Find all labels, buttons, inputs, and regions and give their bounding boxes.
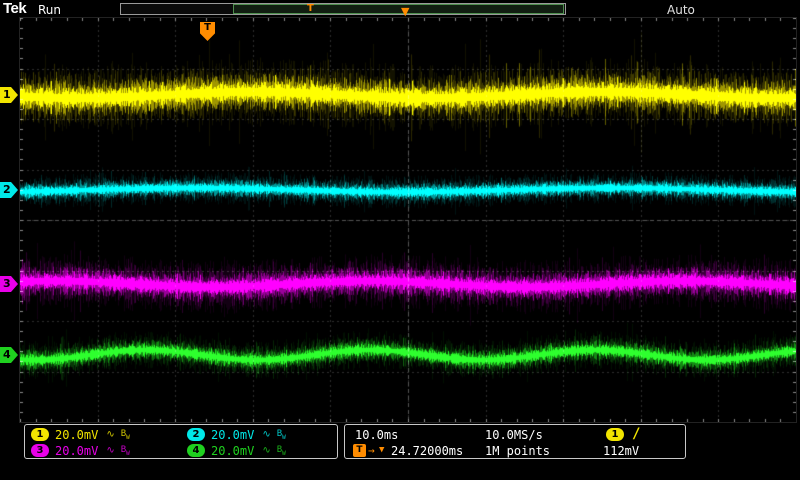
channel-3-readout: 3 20.0mV ∿ BW: [31, 443, 130, 458]
channel-1-bandwidth-icon: BW: [121, 429, 130, 441]
channel-3-coupling-icon: ∿: [106, 445, 115, 456]
channel-4-scale: 20.0mV: [211, 443, 255, 458]
record-length-value: 1M points: [485, 444, 551, 458]
bw-sub: W: [282, 433, 286, 441]
acquisition-mode: Auto: [667, 3, 695, 17]
waveform-canvas: [19, 17, 797, 423]
channel-4-bandwidth-icon: BW: [277, 445, 286, 457]
bw-sub: W: [126, 433, 130, 441]
horizontal-trigger-box: 10.0ms 10.0MS/s 1 / T → ▼ 24.72000ms 1M …: [344, 424, 686, 459]
trigger-delay-value: 24.72000ms: [391, 444, 464, 458]
channel-3-bandwidth-icon: BW: [121, 445, 130, 457]
channel-3-scale: 20.0mV: [55, 443, 99, 458]
bw-sub: W: [282, 449, 286, 457]
bw-sub: W: [126, 449, 130, 457]
channel-2-badge: 2: [187, 428, 205, 441]
channel-4-readout: 4 20.0mV ∿ BW: [187, 443, 286, 458]
top-status-bar: Tek Run T ▼ Auto: [0, 0, 800, 18]
trigger-t-icon: T: [353, 444, 366, 457]
trigger-slope-icon: /: [632, 426, 641, 442]
timebase-value: 10.0ms: [355, 428, 399, 442]
channel-2-scale: 20.0mV: [211, 427, 255, 442]
arrow-right-icon: →: [368, 444, 375, 457]
acquisition-status: Run: [38, 3, 62, 17]
channel-2-bandwidth-icon: BW: [277, 429, 286, 441]
sample-rate-value: 10.0MS/s: [485, 428, 543, 442]
channel-2-ground-marker: 2: [0, 182, 18, 198]
channel-3-ground-marker: 3: [0, 276, 18, 292]
acquisition-window: [233, 4, 564, 14]
expansion-point-icon: ▼: [401, 5, 410, 18]
channel-1-ground-marker: 1: [0, 87, 18, 103]
acquisition-record-bar: T: [120, 3, 566, 15]
trigger-level-value: 112mV: [603, 444, 640, 458]
channel-1-scale: 20.0mV: [55, 427, 99, 442]
channel-2-readout: 2 20.0mV ∿ BW: [187, 427, 286, 442]
channel-2-coupling-icon: ∿: [262, 429, 271, 440]
oscilloscope-screen: Tek Run T ▼ Auto T 1 2 3 4 1 20.0mV ∿ BW…: [0, 0, 800, 480]
readout-bar: 1 20.0mV ∿ BW 2 20.0mV ∿ BW 3 20.0mV ∿ B…: [0, 424, 800, 480]
expansion-small-icon: ▼: [379, 445, 385, 455]
channel-readouts-box: 1 20.0mV ∿ BW 2 20.0mV ∿ BW 3 20.0mV ∿ B…: [24, 424, 338, 459]
channel-1-readout: 1 20.0mV ∿ BW: [31, 427, 130, 442]
channel-4-ground-marker: 4: [0, 347, 18, 363]
acq-bar-trigger-marker: T: [307, 3, 314, 14]
channel-1-badge: 1: [31, 428, 49, 441]
channel-4-badge: 4: [187, 444, 205, 457]
tek-logo: Tek: [3, 0, 27, 17]
channel-4-coupling-icon: ∿: [262, 445, 271, 456]
channel-1-coupling-icon: ∿: [106, 429, 115, 440]
graticule: T 1 2 3 4: [0, 17, 800, 423]
trigger-source-badge: 1: [606, 428, 624, 441]
channel-3-badge: 3: [31, 444, 49, 457]
